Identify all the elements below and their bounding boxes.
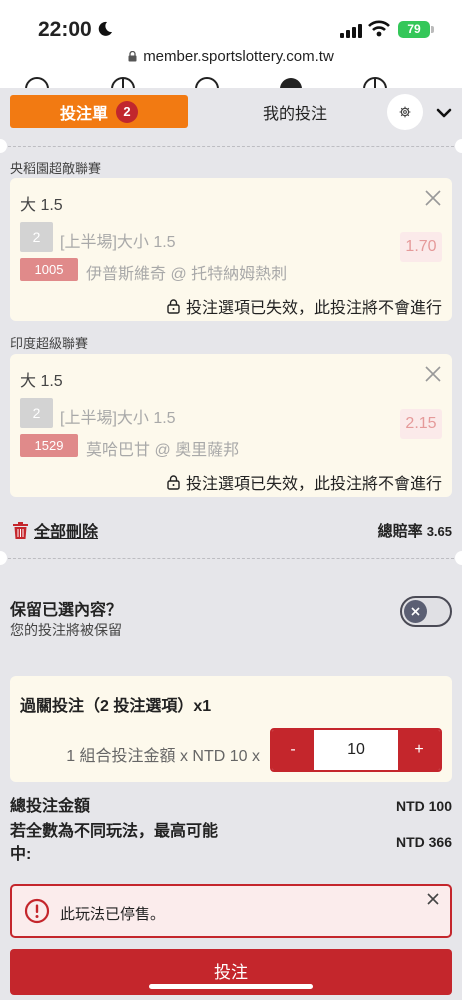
match-name: 伊普斯維奇 @ 托特納姆熱刺 [86, 266, 288, 283]
close-icon[interactable] [426, 892, 440, 906]
max-win-label-cont: 中: [10, 846, 32, 863]
league-name: 印度超級聯賽 [10, 336, 89, 351]
selection-number-badge: 2 [20, 222, 53, 252]
stake-stepper: - + [270, 728, 442, 772]
lock-icon [128, 51, 137, 62]
ticket-notch [455, 551, 462, 565]
alert-message: 此玩法已停售。 [60, 906, 166, 923]
status-time: 22:00 [38, 18, 92, 41]
bet-card: 大 1.5 2 [上半場]大小 1.5 1005 伊普斯維奇 @ 托特納姆熱刺 … [10, 178, 452, 321]
delete-all-button[interactable]: 全部刪除 [13, 518, 98, 542]
expired-notice: 投注選項已失效，此投注將不會進行 [167, 294, 442, 318]
retain-title: 保留已選內容？ [10, 602, 123, 619]
settings-button[interactable] [387, 94, 423, 130]
expired-text: 投注選項已失效，此投注將不會進行 [185, 476, 442, 493]
divider [8, 146, 454, 147]
betslip-header: 投注單 2 我的投注 [0, 88, 462, 136]
match-id-badge: 1005 [20, 258, 78, 281]
odds-value: 1.70 [400, 232, 442, 262]
suspended-alert: 此玩法已停售。 [10, 884, 452, 938]
close-icon [411, 607, 420, 616]
lock-icon [167, 298, 180, 314]
selection-title: 大 1.5 [20, 197, 63, 214]
bet-card: 大 1.5 2 [上半場]大小 1.5 1529 莫哈巴甘 @ 奧里薩邦 2.1… [10, 354, 452, 497]
betslip-count-badge: 2 [116, 100, 138, 123]
tab-betslip[interactable]: 投注單 2 [10, 95, 188, 128]
divider [8, 558, 454, 559]
parlay-title: 過關投注（2 投注選項）x1 [20, 698, 212, 715]
selection-title: 大 1.5 [20, 373, 63, 390]
retain-subtitle: 您的投注將被保留 [10, 622, 122, 638]
gear-icon [399, 106, 411, 118]
total-stake-label: 總投注金額 [10, 798, 91, 815]
moon-icon [98, 21, 112, 36]
signal-icon [340, 24, 362, 38]
expired-notice: 投注選項已失效，此投注將不會進行 [167, 470, 442, 494]
ticket-notch [0, 551, 7, 565]
battery-level: 79 [398, 21, 430, 38]
match-id-badge: 1529 [20, 434, 78, 457]
alert-circle-icon [24, 898, 50, 924]
url-bar[interactable]: member.sportslottery.com.tw [0, 48, 462, 65]
status-bar: 22:00 79 member.sportslottery.com.tw [0, 0, 462, 72]
home-indicator [149, 984, 313, 989]
chevron-down-icon[interactable] [434, 103, 454, 123]
bet-type: [上半場]大小 1.5 [60, 234, 176, 251]
total-stake-value: NTD 100 [395, 798, 452, 814]
trash-icon [13, 521, 28, 539]
total-odds-label: 總賠率 [377, 523, 423, 540]
stake-label: 1 組合投注金額 x NTD 10 x [66, 748, 260, 765]
odds-value: 2.15 [400, 409, 442, 439]
match-name: 莫哈巴甘 @ 奧里薩邦 [86, 442, 240, 459]
wifi-icon [368, 20, 390, 37]
max-win-value: NTD 366 [395, 834, 452, 850]
close-icon[interactable] [424, 189, 442, 207]
parlay-card: 過關投注（2 投注選項）x1 1 組合投注金額 x NTD 10 x - + [10, 676, 452, 782]
expired-text: 投注選項已失效，此投注將不會進行 [185, 300, 442, 317]
selection-number-badge: 2 [20, 398, 53, 428]
delete-all-label: 全部刪除 [34, 524, 99, 541]
max-win-label: 若全數為不同玩法，最高可能 [10, 823, 219, 840]
stake-input[interactable] [314, 730, 398, 770]
bet-type: [上半場]大小 1.5 [60, 410, 176, 427]
tab-my-bets[interactable]: 我的投注 [200, 95, 390, 128]
battery-tip [431, 26, 434, 33]
total-odds-value: 3.65 [426, 524, 452, 539]
ticket-notch [455, 139, 462, 153]
league-name: 央稻園超敵聯賽 [10, 161, 102, 176]
tab-betslip-label: 投注單 [59, 105, 108, 123]
retain-toggle[interactable] [400, 596, 452, 627]
close-icon[interactable] [424, 365, 442, 383]
increase-button[interactable]: + [398, 730, 440, 770]
ticket-notch [0, 139, 7, 153]
url-text: member.sportslottery.com.tw [143, 48, 334, 65]
decrease-button[interactable]: - [272, 730, 314, 770]
total-odds: 總賠率 3.65 [378, 520, 452, 541]
toggle-knob [404, 600, 427, 623]
lock-icon [167, 474, 180, 490]
